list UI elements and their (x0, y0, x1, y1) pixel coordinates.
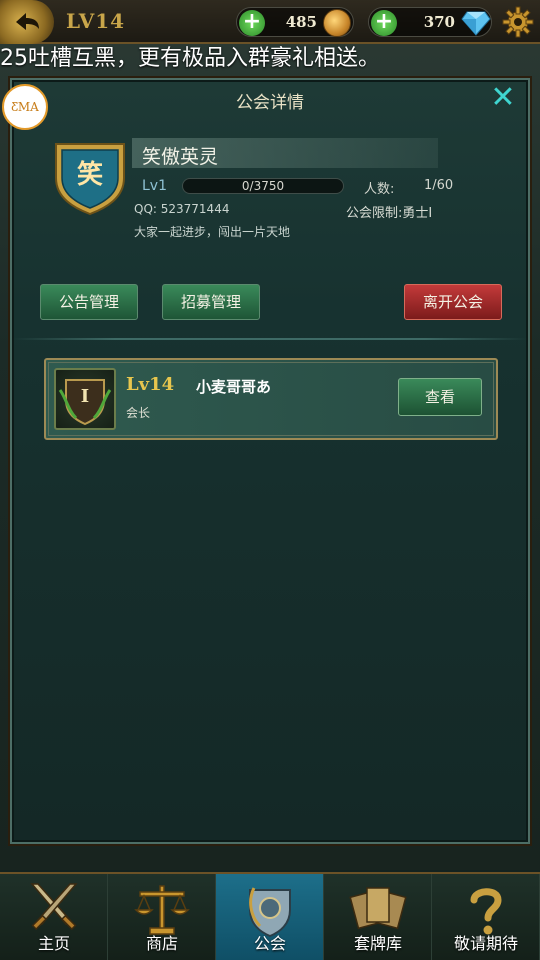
gold-amount: 485 (285, 13, 317, 31)
nav-coming-soon[interactable]: 敬请期待 (432, 874, 540, 960)
member-card: I Lv14 小麦哥哥あ 会长 查看 (44, 358, 498, 440)
recruit-manage-button[interactable]: 招募管理 (162, 284, 260, 320)
leave-guild-button[interactable]: 离开公会 (404, 284, 502, 320)
guild-motto: 大家一起进步，闯出一片天地 (134, 225, 291, 239)
close-icon[interactable]: ✕ (488, 83, 518, 114)
view-member-button[interactable]: 查看 (398, 378, 482, 416)
member-role: 会长 (126, 406, 151, 420)
gold-coin-icon (323, 9, 351, 37)
back-arrow-icon (16, 13, 39, 30)
member-avatar: I (54, 368, 116, 430)
add-gems-button[interactable]: + (371, 10, 397, 36)
member-rank-numeral: I (80, 386, 90, 407)
settings-gear-icon[interactable] (502, 6, 534, 38)
guild-name: 笑傲英灵 (142, 146, 219, 168)
nav-label: 套牌库 (353, 934, 402, 953)
add-gold-button[interactable]: + (239, 10, 265, 36)
guild-emblem-character: 笑 (76, 160, 103, 190)
member-level: Lv14 (126, 374, 175, 395)
announcement-marquee: 25吐槽互黑，更有极品入群豪礼相送。 (0, 46, 380, 71)
nav-label: 商店 (145, 934, 178, 953)
guild-xp-text: 0/3750 (241, 179, 285, 193)
gold-counter: + 485 (236, 7, 354, 37)
section-divider (12, 338, 528, 340)
gem-amount: 370 (423, 13, 455, 31)
bottom-nav: 主页 商店 公会 套牌库 敬请期待 (0, 872, 540, 960)
diamond-icon (461, 11, 491, 36)
nav-card-deck[interactable]: 套牌库 (324, 874, 432, 960)
nav-home[interactable]: 主页 (0, 874, 108, 960)
ema-watermark-logo: ƸMA (2, 84, 48, 130)
guild-level: Lv1 (142, 178, 167, 194)
member-name: 小麦哥哥あ (196, 378, 272, 396)
nav-label: 主页 (37, 934, 70, 953)
nav-shop[interactable]: 商店 (108, 874, 216, 960)
gem-counter: + 370 (368, 7, 492, 37)
guild-qq: QQ: 523771444 (134, 202, 230, 216)
nav-label: 公会 (253, 934, 286, 953)
member-count-label: 人数: (364, 182, 395, 197)
top-bar: LV14 + 485 + 370 (0, 0, 540, 44)
member-count-value: 1/60 (424, 178, 454, 193)
nav-guild[interactable]: 公会 (216, 874, 324, 960)
dialog-title: 公会详情 (236, 93, 304, 113)
back-button[interactable] (0, 0, 54, 44)
nav-label: 敬请期待 (453, 934, 518, 953)
guild-join-limit: 公会限制:勇士Ⅰ (346, 206, 433, 221)
announcement-manage-button[interactable]: 公告管理 (40, 284, 138, 320)
player-level: LV14 (66, 9, 126, 33)
guild-detail-dialog: 公会详情 ✕ 笑 笑傲英灵 Lv1 0/3750 人数: 1/60 QQ: 52… (10, 78, 530, 844)
